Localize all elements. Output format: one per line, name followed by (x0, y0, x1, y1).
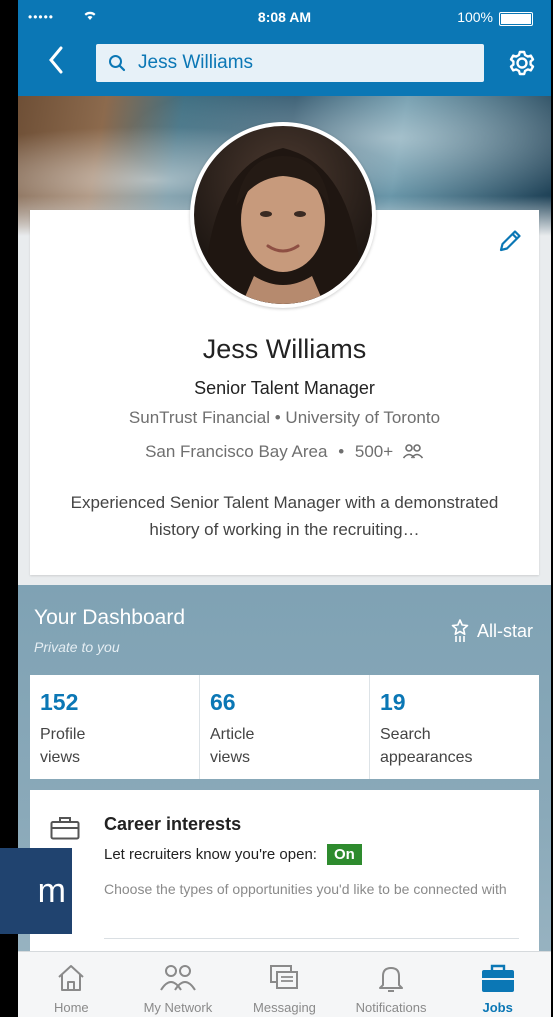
separator-dot: • (338, 442, 345, 461)
briefcase-icon (50, 817, 80, 840)
all-star-badge[interactable]: All-star (451, 619, 533, 643)
career-interests-title: Career interests (104, 814, 242, 834)
search-bar[interactable]: Jess Williams (96, 44, 484, 82)
top-bar: ••••• 8:08 AM 100% Jess Williams (18, 0, 551, 96)
profile-organizations: SunTrust Financial • University of Toron… (128, 408, 441, 427)
stat-search-appearances[interactable]: 19 Search appearances (370, 675, 539, 779)
dashboard-subtitle: Private to you (34, 639, 120, 655)
tab-label: My Network (143, 1000, 213, 1015)
edit-profile-button[interactable] (497, 228, 523, 254)
chevron-left-icon (49, 46, 63, 74)
connections-count[interactable]: 500+ (355, 442, 393, 461)
location-row: San Francisco Bay Area • 500+ (30, 442, 539, 462)
dashboard: Your Dashboard Private to you All-star 1… (18, 585, 551, 965)
bottom-tab-bar: Home My Network Messaging Notifications … (18, 951, 551, 1017)
profile-location: San Francisco Bay Area (145, 442, 328, 461)
phone-screen: ••••• 8:08 AM 100% Jess Williams Jess Wi… (18, 0, 551, 1017)
avatar[interactable] (190, 122, 376, 308)
status-bar: ••••• 8:08 AM 100% (18, 0, 551, 36)
stat-label: Profile views (40, 726, 86, 766)
network-icon (160, 965, 196, 991)
battery-percent: 100% (457, 9, 493, 25)
tab-label: Messaging (253, 1000, 316, 1015)
search-input[interactable]: Jess Williams (138, 52, 253, 74)
open-to-recruiters-row: Let recruiters know you're open: On (104, 844, 362, 865)
home-icon (58, 965, 84, 991)
open-to-recruiters-label: Let recruiters know you're open: (104, 846, 317, 863)
stat-value: 66 (210, 689, 236, 715)
connections-icon (402, 444, 424, 459)
battery-icon (499, 12, 533, 26)
divider (104, 938, 519, 939)
tab-label: Home (53, 1000, 89, 1015)
caption-text: m (37, 871, 66, 910)
profile-name: Jess Williams (202, 334, 367, 364)
star-award-icon (451, 619, 469, 642)
stat-label: Search appearances (380, 726, 473, 766)
stat-label: Article views (210, 726, 255, 766)
tab-notifications[interactable]: Notifications (338, 952, 445, 1017)
pencil-icon (499, 230, 521, 252)
dashboard-stats: 152 Profile views 66 Article views 19 Se… (30, 675, 539, 779)
profile-summary[interactable]: Experienced Senior Talent Manager with a… (54, 489, 515, 543)
tab-label: Jobs (482, 1000, 513, 1015)
back-button[interactable] (46, 45, 76, 81)
messaging-icon (270, 965, 299, 989)
dashboard-title: Your Dashboard (34, 606, 185, 629)
briefcase-icon (481, 964, 514, 992)
tab-home[interactable]: Home (18, 952, 125, 1017)
tab-messaging[interactable]: Messaging (231, 952, 338, 1017)
gear-icon (509, 50, 535, 76)
tab-label: Notifications (355, 1000, 427, 1015)
bell-icon (379, 967, 404, 992)
search-icon (109, 55, 126, 72)
career-interests-description: Choose the types of opportunities you'd … (104, 881, 507, 897)
profile-photo (194, 126, 372, 304)
stat-value: 152 (40, 689, 79, 715)
stat-profile-views[interactable]: 152 Profile views (30, 675, 200, 779)
stat-article-views[interactable]: 66 Article views (200, 675, 370, 779)
settings-button[interactable] (505, 46, 539, 80)
open-status-toggle[interactable]: On (326, 844, 362, 865)
tab-jobs[interactable]: Jobs (444, 952, 551, 1017)
stat-value: 19 (380, 689, 406, 715)
tab-my-network[interactable]: My Network (125, 952, 232, 1017)
profile-headline: Senior Talent Manager (194, 378, 375, 398)
all-star-label: All-star (476, 620, 533, 641)
caption-overlay: m (0, 848, 72, 934)
career-interests-card[interactable]: Career interests Let recruiters know you… (30, 790, 539, 960)
